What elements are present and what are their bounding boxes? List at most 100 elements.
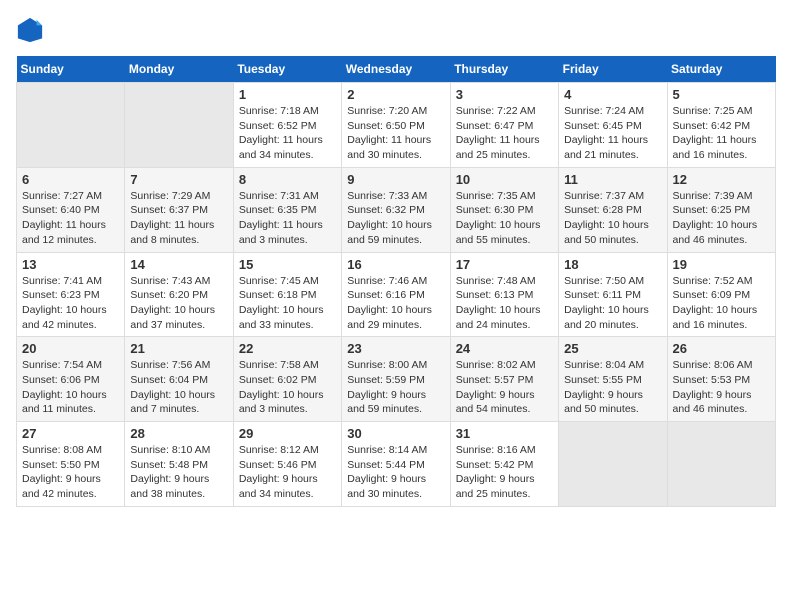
day-details: Sunrise: 7:20 AMSunset: 6:50 PMDaylight:… (347, 104, 444, 163)
day-cell: 27 Sunrise: 8:08 AMSunset: 5:50 PMDayligh… (17, 422, 125, 507)
day-number: 11 (564, 172, 661, 187)
header-cell-thursday: Thursday (450, 56, 558, 83)
day-number: 18 (564, 257, 661, 272)
day-number: 26 (673, 341, 770, 356)
day-details: Sunrise: 7:45 AMSunset: 6:18 PMDaylight:… (239, 274, 336, 333)
day-details: Sunrise: 7:39 AMSunset: 6:25 PMDaylight:… (673, 189, 770, 248)
day-details: Sunrise: 7:27 AMSunset: 6:40 PMDaylight:… (22, 189, 119, 248)
day-cell: 14Sunrise: 7:43 AMSunset: 6:20 PMDayligh… (125, 252, 233, 337)
logo-icon (16, 16, 44, 44)
day-cell: 5 Sunrise: 7:25 AMSunset: 6:42 PMDaylight… (667, 83, 775, 168)
day-cell: 7 Sunrise: 7:29 AMSunset: 6:37 PMDaylight… (125, 167, 233, 252)
day-cell: 10Sunrise: 7:35 AMSunset: 6:30 PMDayligh… (450, 167, 558, 252)
day-number: 25 (564, 341, 661, 356)
day-cell: 6 Sunrise: 7:27 AMSunset: 6:40 PMDaylight… (17, 167, 125, 252)
day-cell: 8 Sunrise: 7:31 AMSunset: 6:35 PMDaylight… (233, 167, 341, 252)
day-number: 28 (130, 426, 227, 441)
day-details: Sunrise: 7:33 AMSunset: 6:32 PMDaylight:… (347, 189, 444, 248)
day-cell (559, 422, 667, 507)
day-number: 29 (239, 426, 336, 441)
day-details: Sunrise: 8:04 AMSunset: 5:55 PMDaylight:… (564, 358, 661, 417)
calendar-body: 1 Sunrise: 7:18 AMSunset: 6:52 PMDaylight… (17, 83, 776, 507)
day-number: 27 (22, 426, 119, 441)
day-details: Sunrise: 8:06 AMSunset: 5:53 PMDaylight:… (673, 358, 770, 417)
day-details: Sunrise: 7:52 AMSunset: 6:09 PMDaylight:… (673, 274, 770, 333)
day-cell: 30Sunrise: 8:14 AMSunset: 5:44 PMDayligh… (342, 422, 450, 507)
day-number: 17 (456, 257, 553, 272)
day-cell: 19 Sunrise: 7:52 AMSunset: 6:09 PMDayligh… (667, 252, 775, 337)
day-cell: 22 Sunrise: 7:58 AMSunset: 6:02 PMDayligh… (233, 337, 341, 422)
day-cell: 9 Sunrise: 7:33 AMSunset: 6:32 PMDaylight… (342, 167, 450, 252)
day-number: 2 (347, 87, 444, 102)
day-number: 9 (347, 172, 444, 187)
day-cell: 15 Sunrise: 7:45 AMSunset: 6:18 PMDayligh… (233, 252, 341, 337)
day-details: Sunrise: 8:14 AMSunset: 5:44 PMDaylight:… (347, 443, 444, 502)
header-row: SundayMondayTuesdayWednesdayThursdayFrid… (17, 56, 776, 83)
day-details: Sunrise: 8:12 AMSunset: 5:46 PMDaylight:… (239, 443, 336, 502)
day-details: Sunrise: 7:35 AMSunset: 6:30 PMDaylight:… (456, 189, 553, 248)
day-number: 3 (456, 87, 553, 102)
day-number: 22 (239, 341, 336, 356)
day-cell: 29 Sunrise: 8:12 AMSunset: 5:46 PMDayligh… (233, 422, 341, 507)
day-cell: 3 Sunrise: 7:22 AMSunset: 6:47 PMDaylight… (450, 83, 558, 168)
day-details: Sunrise: 7:22 AMSunset: 6:47 PMDaylight:… (456, 104, 553, 163)
day-number: 14 (130, 257, 227, 272)
day-details: Sunrise: 7:31 AMSunset: 6:35 PMDaylight:… (239, 189, 336, 248)
day-number: 1 (239, 87, 336, 102)
day-details: Sunrise: 7:25 AMSunset: 6:42 PMDaylight:… (673, 104, 770, 163)
week-row-5: 27 Sunrise: 8:08 AMSunset: 5:50 PMDayligh… (17, 422, 776, 507)
day-details: Sunrise: 7:18 AMSunset: 6:52 PMDaylight:… (239, 104, 336, 163)
header-cell-tuesday: Tuesday (233, 56, 341, 83)
day-details: Sunrise: 8:02 AMSunset: 5:57 PMDaylight:… (456, 358, 553, 417)
day-details: Sunrise: 7:54 AMSunset: 6:06 PMDaylight:… (22, 358, 119, 417)
day-cell: 1 Sunrise: 7:18 AMSunset: 6:52 PMDaylight… (233, 83, 341, 168)
week-row-3: 13 Sunrise: 7:41 AMSunset: 6:23 PMDayligh… (17, 252, 776, 337)
day-cell: 25 Sunrise: 8:04 AMSunset: 5:55 PMDayligh… (559, 337, 667, 422)
day-details: Sunrise: 8:08 AMSunset: 5:50 PMDaylight:… (22, 443, 119, 502)
day-details: Sunrise: 7:50 AMSunset: 6:11 PMDaylight:… (564, 274, 661, 333)
day-cell: 16 Sunrise: 7:46 AMSunset: 6:16 PMDayligh… (342, 252, 450, 337)
day-cell: 2 Sunrise: 7:20 AMSunset: 6:50 PMDaylight… (342, 83, 450, 168)
header-cell-friday: Friday (559, 56, 667, 83)
day-cell: 4Sunrise: 7:24 AMSunset: 6:45 PMDaylight… (559, 83, 667, 168)
day-cell: 13 Sunrise: 7:41 AMSunset: 6:23 PMDayligh… (17, 252, 125, 337)
day-number: 8 (239, 172, 336, 187)
day-cell: 18 Sunrise: 7:50 AMSunset: 6:11 PMDayligh… (559, 252, 667, 337)
day-cell: 21Sunrise: 7:56 AMSunset: 6:04 PMDayligh… (125, 337, 233, 422)
day-number: 5 (673, 87, 770, 102)
day-cell: 11 Sunrise: 7:37 AMSunset: 6:28 PMDayligh… (559, 167, 667, 252)
day-number: 21 (130, 341, 227, 356)
day-cell: 17 Sunrise: 7:48 AMSunset: 6:13 PMDayligh… (450, 252, 558, 337)
day-number: 7 (130, 172, 227, 187)
day-cell (667, 422, 775, 507)
day-details: Sunrise: 7:29 AMSunset: 6:37 PMDaylight:… (130, 189, 227, 248)
calendar-table: SundayMondayTuesdayWednesdayThursdayFrid… (16, 56, 776, 507)
header-cell-saturday: Saturday (667, 56, 775, 83)
calendar-header: SundayMondayTuesdayWednesdayThursdayFrid… (17, 56, 776, 83)
week-row-2: 6 Sunrise: 7:27 AMSunset: 6:40 PMDaylight… (17, 167, 776, 252)
day-number: 16 (347, 257, 444, 272)
logo (16, 16, 48, 44)
header-cell-sunday: Sunday (17, 56, 125, 83)
day-details: Sunrise: 7:46 AMSunset: 6:16 PMDaylight:… (347, 274, 444, 333)
day-cell (17, 83, 125, 168)
day-number: 15 (239, 257, 336, 272)
page-header (16, 16, 776, 44)
week-row-1: 1 Sunrise: 7:18 AMSunset: 6:52 PMDaylight… (17, 83, 776, 168)
day-details: Sunrise: 8:16 AMSunset: 5:42 PMDaylight:… (456, 443, 553, 502)
day-details: Sunrise: 7:37 AMSunset: 6:28 PMDaylight:… (564, 189, 661, 248)
day-details: Sunrise: 7:58 AMSunset: 6:02 PMDaylight:… (239, 358, 336, 417)
day-number: 19 (673, 257, 770, 272)
day-number: 24 (456, 341, 553, 356)
day-number: 13 (22, 257, 119, 272)
day-cell: 24 Sunrise: 8:02 AMSunset: 5:57 PMDayligh… (450, 337, 558, 422)
day-number: 20 (22, 341, 119, 356)
day-details: Sunrise: 7:24 AMSunset: 6:45 PMDaylight:… (564, 104, 661, 163)
day-cell: 20 Sunrise: 7:54 AMSunset: 6:06 PMDayligh… (17, 337, 125, 422)
day-number: 6 (22, 172, 119, 187)
header-cell-monday: Monday (125, 56, 233, 83)
day-number: 31 (456, 426, 553, 441)
day-details: Sunrise: 7:41 AMSunset: 6:23 PMDaylight:… (22, 274, 119, 333)
week-row-4: 20 Sunrise: 7:54 AMSunset: 6:06 PMDayligh… (17, 337, 776, 422)
day-details: Sunrise: 7:48 AMSunset: 6:13 PMDaylight:… (456, 274, 553, 333)
